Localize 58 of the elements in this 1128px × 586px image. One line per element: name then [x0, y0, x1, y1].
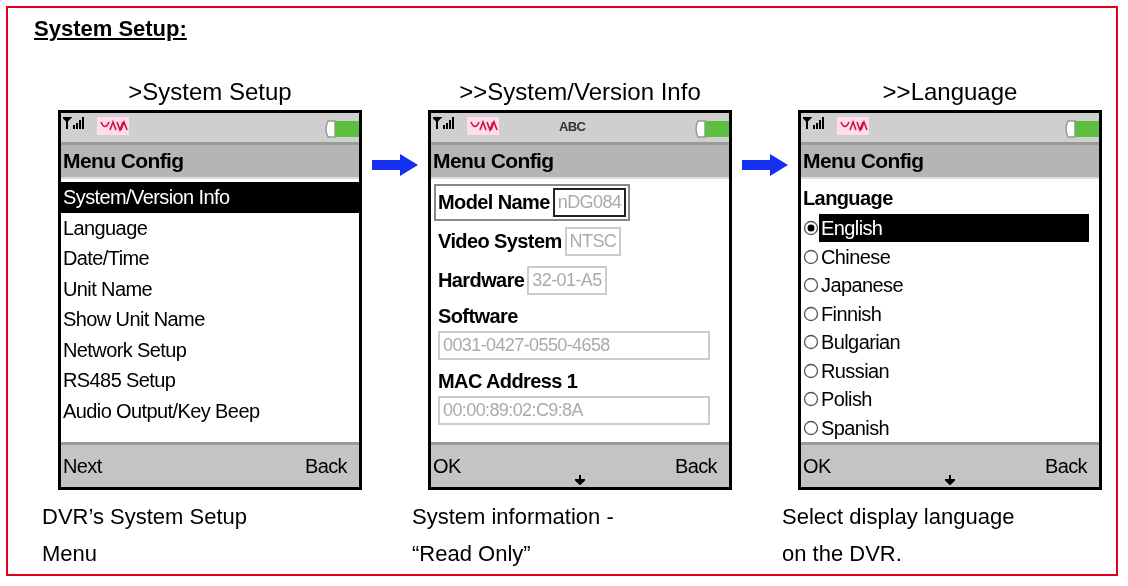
radio-button[interactable]: [803, 220, 819, 237]
radio-button[interactable]: [803, 277, 819, 294]
left-softkey[interactable]: OK: [433, 454, 461, 478]
radio-button[interactable]: [803, 419, 819, 436]
menu-item[interactable]: RS485 Setup: [61, 365, 359, 396]
screen-description: DVR’s System Setup Menu: [42, 503, 247, 568]
screen-caption: >>Language: [882, 78, 1018, 106]
field-label: Software: [438, 305, 518, 328]
screen-title: Menu Config: [801, 145, 1099, 179]
radio-button[interactable]: [803, 334, 819, 351]
java-logo-icon: [467, 117, 499, 135]
input-mode-text: ABC: [559, 119, 586, 134]
left-softkey[interactable]: Next: [63, 454, 102, 478]
screen-title: Menu Config: [431, 145, 729, 179]
language-option[interactable]: Bulgarian: [819, 328, 901, 357]
radio-button[interactable]: [803, 362, 819, 379]
java-logo-icon: [837, 117, 869, 135]
language-option[interactable]: Japanese: [819, 271, 903, 300]
right-arrow-icon: [742, 154, 788, 176]
menu-item[interactable]: Network Setup: [61, 334, 359, 365]
field-label: MAC Address 1: [438, 370, 578, 393]
field-label: Model Name: [438, 191, 550, 214]
menu-item[interactable]: Language: [61, 212, 359, 243]
menu-item[interactable]: Show Unit Name: [61, 304, 359, 335]
right-softkey[interactable]: Back: [674, 454, 717, 478]
field-row[interactable]: Software 0031-0427-0550-4658: [434, 301, 722, 364]
down-arrow-icon: [575, 475, 585, 485]
field-row[interactable]: Model Name nDG084: [434, 184, 631, 221]
radio-button[interactable]: [803, 391, 819, 408]
menu-item[interactable]: Unit Name: [61, 273, 359, 304]
language-option[interactable]: Finnish: [819, 299, 882, 328]
language-option[interactable]: Chinese: [819, 242, 891, 271]
language-option[interactable]: Russian: [819, 356, 890, 385]
java-logo-icon: [97, 117, 129, 135]
radio-button[interactable]: [803, 305, 819, 322]
language-option[interactable]: Polish: [819, 385, 872, 414]
field-row[interactable]: MAC Address 1 00:00:89:02:C9:8A: [434, 366, 722, 429]
section-title: System Setup:: [34, 16, 187, 43]
menu-item[interactable]: System/Version Info: [61, 182, 359, 213]
down-arrow-icon: [945, 475, 955, 485]
field-label: Hardware: [438, 269, 525, 292]
language-option[interactable]: Spanish: [819, 413, 890, 442]
field-row[interactable]: Video System NTSC: [434, 223, 626, 260]
field-row[interactable]: Hardware 32-01-A5: [434, 262, 611, 299]
right-arrow-icon: [372, 154, 418, 176]
right-softkey[interactable]: Back: [1044, 454, 1087, 478]
menu-item[interactable]: Audio Output/Key Beep: [61, 395, 359, 426]
screen-title: Menu Config: [61, 145, 359, 179]
radio-button[interactable]: [803, 248, 819, 265]
right-softkey[interactable]: Back: [304, 454, 347, 478]
menu-item[interactable]: Date/Time: [61, 243, 359, 274]
left-softkey[interactable]: OK: [803, 454, 831, 478]
screen-description: System information - “Read Only”: [412, 503, 614, 568]
screen-description: Select display language on the DVR.: [782, 503, 1015, 568]
screen-caption: >>System/Version Info: [459, 78, 701, 106]
screen-caption: >System Setup: [128, 78, 292, 106]
choice-heading: Language: [802, 186, 893, 211]
field-label: Video System: [438, 230, 562, 253]
